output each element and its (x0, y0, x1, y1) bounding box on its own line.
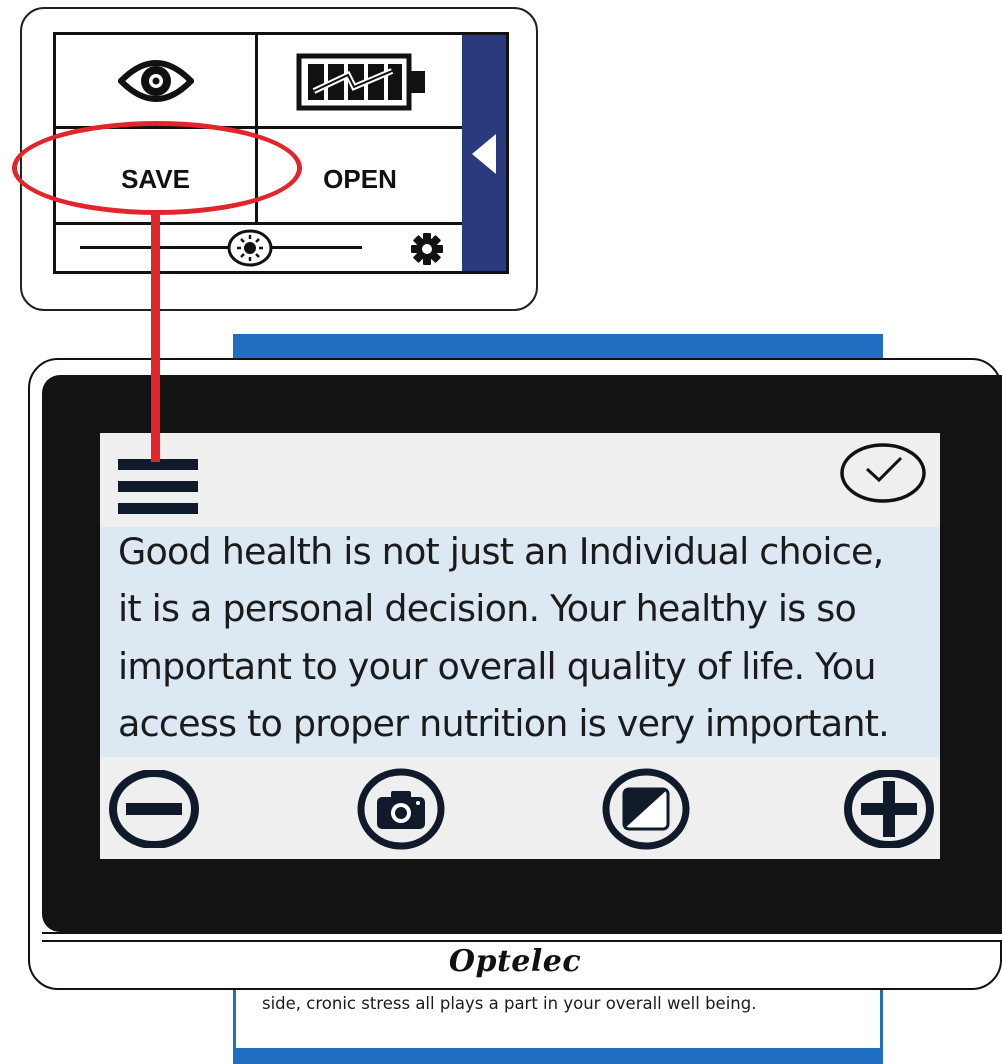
callout-connector (151, 214, 160, 462)
contrast-icon[interactable] (600, 768, 692, 850)
device-rail (42, 932, 1002, 942)
text-line: it is a personal decision. Your healthy … (118, 587, 857, 630)
cell-divider (55, 126, 462, 129)
text-line: access to proper nutrition is very impor… (118, 702, 890, 745)
brand-label: Optelec (448, 944, 582, 979)
cell-divider (255, 34, 258, 224)
brightness-slider-track[interactable] (272, 246, 362, 249)
camera-icon[interactable] (355, 768, 447, 850)
gear-icon[interactable] (410, 232, 444, 266)
zoom-out-icon[interactable] (108, 770, 200, 848)
save-button[interactable]: SAVE (58, 164, 253, 195)
text-line: Good health is not just an Individual ch… (118, 530, 884, 573)
sun-icon[interactable] (226, 228, 274, 268)
hamburger-menu-icon[interactable] (118, 459, 198, 515)
cell-divider (55, 222, 462, 225)
zoom-in-icon[interactable] (843, 770, 935, 848)
eye-gear-icon[interactable] (118, 57, 194, 105)
document-bottom-band (233, 1048, 883, 1064)
triangle-left-icon (472, 134, 496, 174)
document-text: side, cronic stress all plays a part in … (262, 994, 757, 1013)
text-line: important to your overall quality of lif… (118, 645, 876, 688)
battery-charging-icon[interactable] (296, 53, 428, 111)
open-button[interactable]: OPEN (258, 164, 462, 195)
check-circle-icon[interactable] (839, 442, 927, 504)
